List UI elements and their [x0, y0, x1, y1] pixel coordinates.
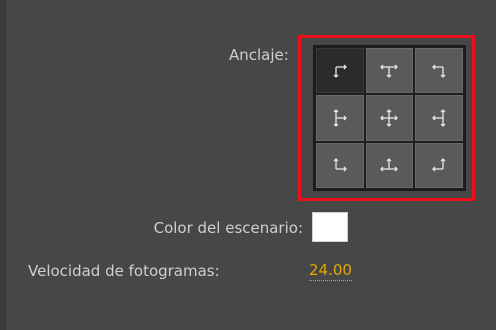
- anchor-cell-center[interactable]: [365, 95, 414, 141]
- anchor-cell-top-left[interactable]: [316, 48, 364, 94]
- frame-rate-value[interactable]: 24.00: [309, 261, 352, 281]
- anchor-grid: [313, 45, 466, 191]
- stage-color-swatch[interactable]: [312, 212, 348, 242]
- anchor-cell-middle-left[interactable]: [316, 95, 364, 141]
- anchor-cell-bottom-left[interactable]: [316, 142, 364, 188]
- anchor-cell-top-center[interactable]: [365, 48, 414, 94]
- frame-rate-label: Velocidad de fotogramas:: [28, 262, 220, 280]
- anchor-top-left-icon: [333, 64, 347, 78]
- anchor-cell-top-right[interactable]: [415, 48, 463, 94]
- anchor-cell-middle-right[interactable]: [415, 95, 463, 141]
- anchor-middle-right-icon: [432, 109, 446, 127]
- anchor-label: Anclaje:: [229, 46, 289, 64]
- anchor-top-center-icon: [380, 64, 399, 78]
- anchor-cell-bottom-right[interactable]: [415, 142, 463, 188]
- anchor-bottom-center-icon: [380, 158, 399, 172]
- anchor-center-icon: [380, 109, 399, 127]
- panel-edge: [0, 0, 6, 330]
- stage-color-label: Color del escenario:: [153, 219, 303, 237]
- anchor-bottom-left-icon: [333, 158, 347, 172]
- anchor-middle-left-icon: [333, 109, 347, 127]
- anchor-bottom-right-icon: [432, 158, 446, 172]
- anchor-cell-bottom-center[interactable]: [365, 142, 414, 188]
- anchor-top-right-icon: [432, 64, 446, 78]
